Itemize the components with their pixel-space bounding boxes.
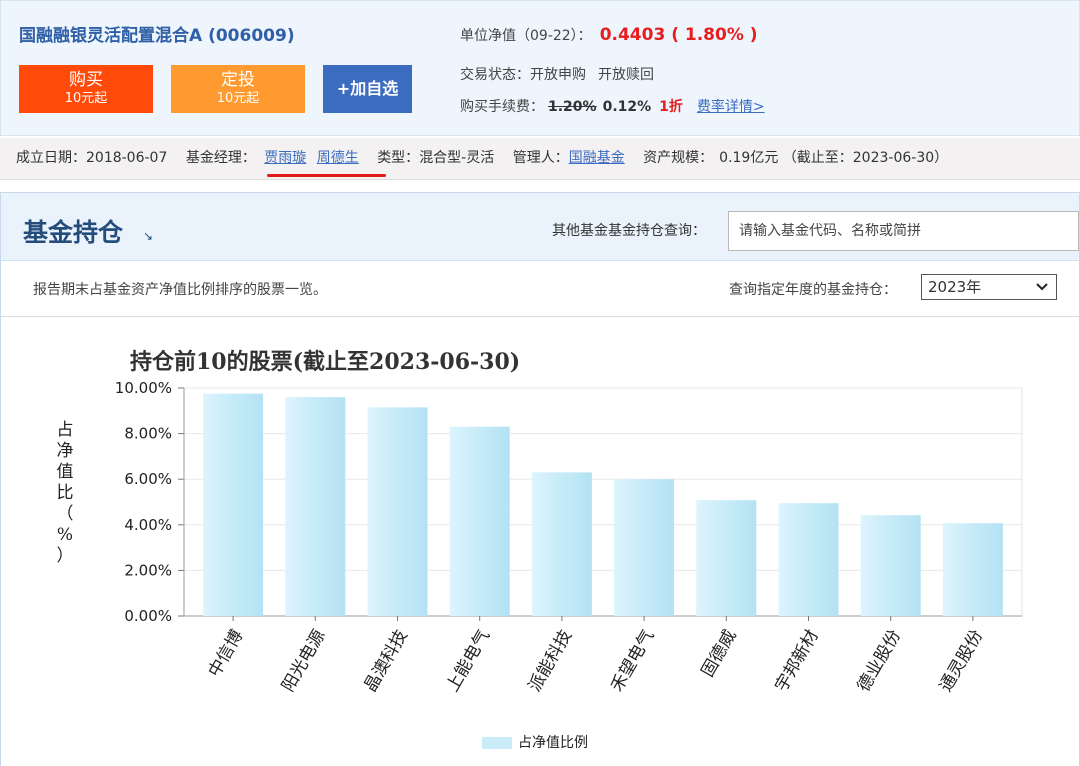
fee-new: 0.12% [602, 99, 652, 115]
bar [860, 515, 921, 616]
bar-chart-svg: 0.00% 2.00% 4.00% 6.00% 8.00% 10.00% 中信博 阳光电源 晶澳… [115, 379, 1023, 696]
x-tick-label: 宇邦新材 [772, 627, 823, 696]
status-redeem: 开放赎回 [598, 67, 654, 83]
buy-button[interactable]: 购买 10元起 [19, 65, 153, 113]
year-select-value: 2023年 [928, 278, 982, 296]
fund-type: 混合型-灵活 [419, 150, 495, 166]
y-tick-label: 8.00% [124, 425, 172, 443]
nav-label: 单位净值（09-22）： [460, 28, 592, 44]
holdings-header: 基金持仓 ↘ 其他基金基金持仓查询： [1, 193, 1079, 261]
buy-button-label: 购买 [69, 70, 103, 90]
search-label: 其他基金基金持仓查询： [552, 223, 706, 239]
established-label: 成立日期： [16, 150, 86, 166]
trade-status-row: 交易状态：开放申购 开放赎回 [460, 64, 654, 84]
buy-button-sub: 10元起 [64, 91, 108, 106]
bar [614, 479, 675, 616]
status-label: 交易状态： [460, 67, 530, 83]
x-tick-label: 阳光电源 [278, 627, 329, 696]
annotation-underline [267, 174, 386, 177]
manager-link-2[interactable]: 周德生 [317, 150, 359, 166]
legend-label: 占净值比例 [518, 735, 588, 751]
arrow-down-right-icon[interactable]: ↘ [143, 229, 153, 243]
holdings-title: 基金持仓 [23, 218, 124, 247]
y-tick-label: 0.00% [124, 607, 172, 625]
x-tick-label: 上能电气 [443, 627, 494, 696]
status-buy: 开放申购 [530, 67, 586, 83]
bar [531, 472, 592, 616]
company-label: 管理人： [512, 150, 569, 166]
add-favorite-button[interactable]: +加自选 [323, 65, 412, 113]
holdings-description: 报告期末占基金资产净值比例排序的股票一览。 [33, 282, 327, 298]
fund-size: 0.19亿元 （截止至：2023-06-30） [719, 150, 949, 166]
fund-name[interactable]: 国融融银灵活配置混合A (006009) [19, 21, 295, 46]
fee-old: 1.20% [548, 99, 597, 115]
y-tick-label: 10.00% [115, 379, 172, 397]
established-date: 2018-06-07 [86, 150, 168, 166]
legend-swatch [482, 737, 512, 749]
x-tick-label: 通灵股份 [936, 627, 987, 696]
bar [367, 407, 428, 616]
manager-label: 基金经理： [185, 150, 256, 166]
holdings-description-row: 报告期末占基金资产净值比例排序的股票一览。 查询指定年度的基金持仓： 2023年 [1, 261, 1079, 317]
year-label: 查询指定年度的基金持仓： [729, 282, 897, 298]
type-label: 类型： [377, 150, 420, 166]
x-tick-label: 固德威 [698, 627, 741, 681]
fund-search-input[interactable] [728, 211, 1079, 251]
x-tick-label: 晶澳科技 [361, 627, 412, 696]
company-link[interactable]: 国融基金 [569, 150, 625, 166]
fund-header: 国融融银灵活配置混合A (006009) 购买 10元起 定投 10元起 +加自… [0, 0, 1080, 136]
size-label: 资产规模： [643, 150, 714, 166]
bar [203, 393, 264, 616]
bar [778, 503, 839, 616]
x-tick-label: 派能科技 [525, 627, 576, 696]
chart-legend[interactable]: 占净值比例 [482, 732, 588, 752]
fixed-invest-button-label: 定投 [221, 70, 255, 90]
x-tick-label: 禾望电气 [607, 627, 658, 696]
bar [449, 426, 510, 616]
nav-value: 0.4403 ( 1.80% ) [599, 25, 758, 45]
fee-row: 购买手续费： 1.20% 0.12% 1折 费率详情> [460, 96, 765, 116]
manager-link-1[interactable]: 贾雨璇 [264, 150, 306, 166]
fee-details-link[interactable]: 费率详情> [697, 99, 765, 115]
bar [696, 500, 757, 616]
y-tick-label: 2.00% [124, 561, 172, 579]
y-tick-label: 6.00% [124, 470, 172, 488]
nav-row: 单位净值（09-22）： 0.4403 ( 1.80% ) [460, 25, 758, 45]
x-tick-label: 中信博 [205, 627, 248, 681]
fixed-invest-button[interactable]: 定投 10元起 [171, 65, 305, 113]
fund-info-bar: 成立日期：2018-06-07 基金经理： 贾雨璇 周德生 类型：混合型-灵活 … [0, 138, 1080, 180]
holdings-chart: 持仓前10的股票(截止至2023-06-30) 占净值比（%） 0.00% 2.0… [0, 316, 1080, 766]
fixed-invest-button-sub: 10元起 [216, 91, 260, 106]
chevron-down-icon [1036, 275, 1048, 307]
year-select[interactable]: 2023年 [921, 274, 1057, 300]
fee-label: 购买手续费： [460, 99, 544, 115]
y-tick-label: 4.00% [124, 516, 172, 534]
bar [942, 523, 1003, 616]
fee-discount: 1折 [659, 99, 683, 115]
bar [285, 397, 346, 616]
x-tick-label: 德业股份 [854, 627, 905, 696]
